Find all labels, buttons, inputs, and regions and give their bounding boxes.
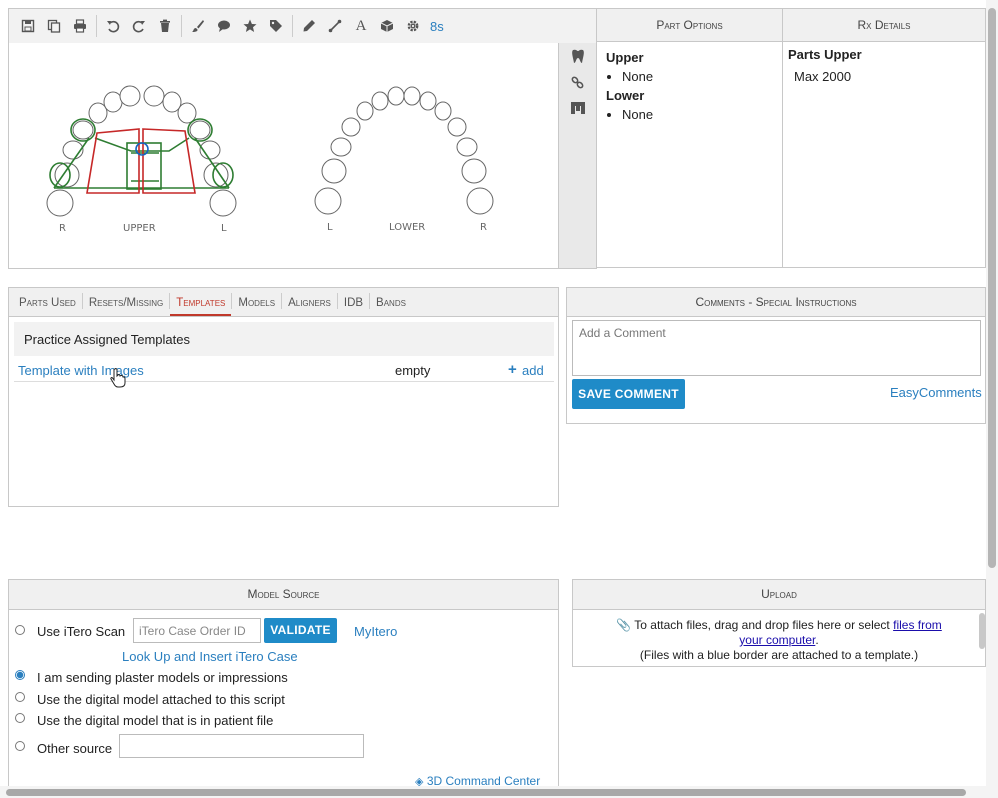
easy-comments-link[interactable]: EasyComments xyxy=(890,385,982,400)
radio-plaster[interactable] xyxy=(15,670,25,680)
upload-instructions: To attach files, drag and drop files her… xyxy=(634,618,890,632)
tab-resets-missing[interactable]: Resets/Missing xyxy=(83,297,169,316)
upper-l-label: L xyxy=(221,223,227,234)
toolbar-divider xyxy=(181,15,182,37)
lower-heading: Lower xyxy=(606,88,645,103)
upper-part-item: None xyxy=(622,69,773,84)
parts-upper-value: Max 2000 xyxy=(794,69,852,84)
itero-label: Use iTero Scan xyxy=(37,624,126,639)
bridge-icon[interactable] xyxy=(559,95,596,121)
tab-bands[interactable]: Bands xyxy=(370,297,412,316)
tooth-chart[interactable]: R UPPER L L LOWER R xyxy=(8,43,559,269)
radio-itero[interactable] xyxy=(15,625,25,635)
gear-icon[interactable] xyxy=(400,13,426,39)
myitero-link[interactable]: MyItero xyxy=(354,624,397,639)
rx-details-title: Rx Details xyxy=(783,9,985,42)
lookup-itero-link[interactable]: Look Up and Insert iTero Case xyxy=(122,649,298,664)
tooth-icon[interactable] xyxy=(559,43,596,69)
timer-label: 8s xyxy=(430,18,444,34)
lower-label: LOWER xyxy=(389,222,425,233)
lower-r-label: R xyxy=(480,222,487,233)
tab-idb[interactable]: IDB xyxy=(338,297,369,316)
comment-icon[interactable] xyxy=(211,13,237,39)
tag-icon[interactable] xyxy=(263,13,289,39)
tabs-panel: Parts Used Resets/Missing Templates Mode… xyxy=(8,287,559,507)
star-icon[interactable] xyxy=(237,13,263,39)
link-icon[interactable] xyxy=(559,69,596,95)
lower-part-item: None xyxy=(622,107,773,122)
upper-label: UPPER xyxy=(123,223,156,234)
tab-parts-used[interactable]: Parts Used xyxy=(13,297,82,316)
undo-icon[interactable] xyxy=(100,13,126,39)
digital-patient-label: Use the digital model that is in patient… xyxy=(37,713,274,728)
upload-scrollbar[interactable] xyxy=(979,613,985,649)
line-icon[interactable] xyxy=(322,13,348,39)
radio-digital-patient[interactable] xyxy=(15,713,25,723)
upload-note: (Files with a blue border are attached t… xyxy=(639,648,919,662)
upper-heading: Upper xyxy=(606,50,644,65)
comment-textarea[interactable]: Add a Comment xyxy=(572,320,981,376)
other-source-label: Other source xyxy=(37,741,113,756)
text-icon[interactable]: A xyxy=(348,13,374,39)
brush-icon[interactable] xyxy=(185,13,211,39)
comments-title: Comments - Special Instructions xyxy=(567,288,985,317)
upper-r-label: R xyxy=(59,223,66,234)
plus-icon[interactable]: + xyxy=(508,361,517,378)
pencil-icon[interactable] xyxy=(296,13,322,39)
toolbar: A 8s xyxy=(8,8,597,44)
toolbar-divider xyxy=(96,15,97,37)
cube-icon[interactable] xyxy=(374,13,400,39)
validate-button[interactable]: VALIDATE xyxy=(264,618,337,643)
template-status: empty xyxy=(395,363,431,378)
radio-other[interactable] xyxy=(15,741,25,751)
parts-upper-heading: Parts Upper xyxy=(788,47,862,62)
horizontal-scroll-thumb[interactable] xyxy=(6,789,966,796)
vertical-scroll-thumb[interactable] xyxy=(988,8,996,568)
add-template-link[interactable]: add xyxy=(522,363,544,378)
digital-script-label: Use the digital model attached to this s… xyxy=(37,692,285,707)
paperclip-icon: 📎 xyxy=(616,618,632,632)
hand-cursor-icon xyxy=(110,368,126,388)
toolbar-divider xyxy=(292,15,293,37)
tab-aligners[interactable]: Aligners xyxy=(282,297,337,316)
print-icon[interactable] xyxy=(67,13,93,39)
copy-icon[interactable] xyxy=(41,13,67,39)
tab-templates[interactable]: Templates xyxy=(170,297,232,316)
save-comment-button[interactable]: SAVE COMMENT xyxy=(572,379,685,409)
other-source-input[interactable] xyxy=(119,734,364,758)
lower-l-label: L xyxy=(327,222,333,233)
part-options-title: Part Options xyxy=(597,9,782,42)
radio-digital-script[interactable] xyxy=(15,692,25,702)
itero-order-input[interactable]: iTero Case Order ID xyxy=(133,618,261,643)
model-source-title: Model Source xyxy=(9,580,558,610)
redo-icon[interactable] xyxy=(126,13,152,39)
tab-bar: Parts Used Resets/Missing Templates Mode… xyxy=(9,288,558,317)
tab-models[interactable]: Models xyxy=(232,297,281,316)
table-row: Template with Images empty + add xyxy=(14,360,554,382)
chart-side-tools xyxy=(558,43,597,269)
trash-icon[interactable] xyxy=(152,13,178,39)
model-source-panel: Model Source xyxy=(8,579,559,798)
save-icon[interactable] xyxy=(15,13,41,39)
plaster-label: I am sending plaster models or impressio… xyxy=(37,670,288,685)
upload-title: Upload xyxy=(573,580,985,610)
rx-details-panel: Rx Details Parts Upper Max 2000 xyxy=(782,8,986,268)
part-options-panel: Part Options Upper None Lower None xyxy=(596,8,783,268)
tooth-chart-drawing[interactable]: R UPPER L L LOWER R xyxy=(9,43,560,269)
upload-panel[interactable]: Upload 📎 To attach files, drag and drop … xyxy=(572,579,986,667)
templates-section-title: Practice Assigned Templates xyxy=(14,322,554,356)
